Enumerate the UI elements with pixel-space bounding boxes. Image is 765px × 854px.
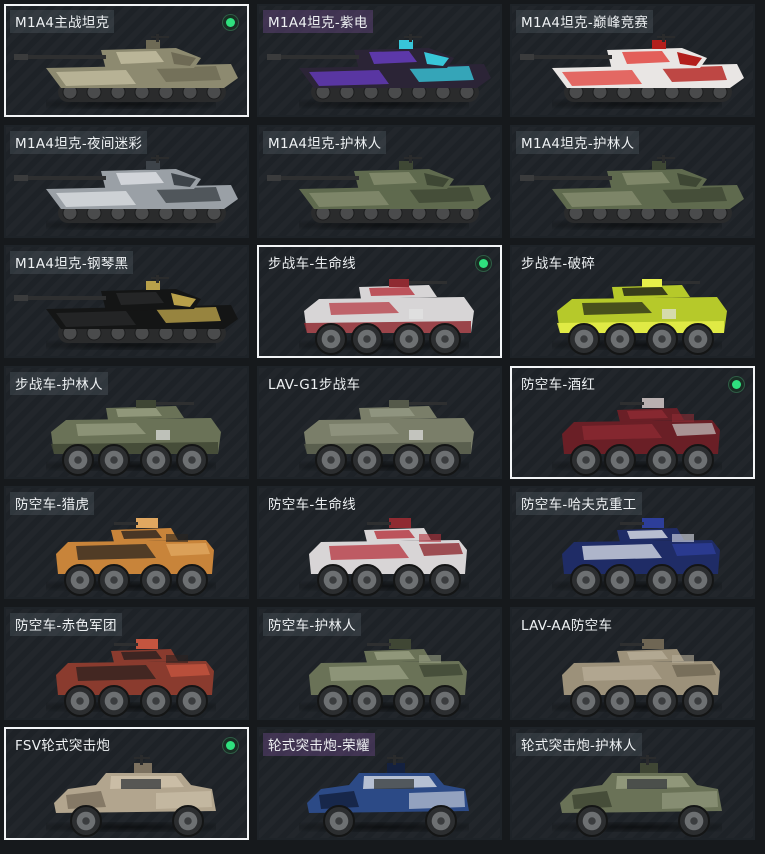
skin-tile[interactable]: M1A4坦克-护林人 xyxy=(257,124,502,238)
skin-tile[interactable]: M1A4坦克-钢琴黑 xyxy=(4,245,249,358)
equipped-indicator-icon xyxy=(475,255,492,272)
skin-name: M1A4坦克-紫电 xyxy=(263,10,373,33)
tank-model xyxy=(520,34,744,102)
skin-name: 防空车-赤色军团 xyxy=(10,612,122,636)
skin-tile[interactable]: 防空车-酒红 xyxy=(510,365,755,479)
equipped-indicator-icon xyxy=(222,737,239,754)
vehicle-skin-grid: M1A4主战坦克 M1A4坦克-紫电 M1A4坦克-巅峰竞赛 M1A4坦克-夜间迷彩 M… xyxy=(4,4,761,850)
skin-tile[interactable]: FSV轮式突击炮 xyxy=(4,727,249,840)
ifv-model xyxy=(304,279,474,355)
ifv-model xyxy=(304,399,474,476)
skin-name: M1A4坦克-巅峰竞赛 xyxy=(516,10,654,33)
equipped-indicator-icon xyxy=(728,375,745,393)
skin-tile[interactable]: 步战车-生命线 xyxy=(257,245,502,358)
skin-name: 防空车-猎虎 xyxy=(10,492,95,515)
ifv-model xyxy=(51,399,221,476)
skin-name: 防空车-生命线 xyxy=(268,497,356,513)
skin-tile[interactable]: M1A4坦克-紫电 xyxy=(257,4,502,117)
tank-model xyxy=(267,34,491,102)
tank-model xyxy=(14,154,238,223)
skin-tile[interactable]: 轮式突击炮-护林人 xyxy=(510,727,755,840)
skin-name: LAV-AA防空车 xyxy=(521,617,613,634)
tank-model xyxy=(14,275,238,343)
skin-name: 步战车-破碎 xyxy=(521,256,596,272)
aa-vehicle-model xyxy=(56,638,214,717)
fsv-model xyxy=(54,755,216,837)
skin-tile[interactable]: 防空车-护林人 xyxy=(257,606,502,720)
aa-vehicle-model xyxy=(562,397,720,476)
tank-model xyxy=(14,34,238,102)
skin-name: M1A4坦克-钢琴黑 xyxy=(10,251,134,274)
skin-tile[interactable]: M1A4坦克-护林人 xyxy=(510,124,755,238)
tank-model xyxy=(267,154,491,223)
skin-tile[interactable]: 步战车-护林人 xyxy=(4,365,249,479)
skin-tile[interactable]: M1A4坦克-巅峰竞赛 xyxy=(510,4,755,117)
tank-model xyxy=(520,154,744,223)
skin-tile[interactable]: 轮式突击炮-荣耀 xyxy=(257,727,502,840)
skin-tile[interactable]: 步战车-破碎 xyxy=(510,245,755,358)
equipped-indicator-icon xyxy=(222,14,239,31)
skin-name: M1A4坦克-护林人 xyxy=(263,130,387,154)
skin-name: 步战车-生命线 xyxy=(268,256,356,272)
aa-vehicle-model xyxy=(309,638,467,717)
skin-name: M1A4坦克-夜间迷彩 xyxy=(10,130,148,154)
skin-name: LAV-G1步战车 xyxy=(268,376,361,393)
skin-name: 防空车-酒红 xyxy=(521,376,596,393)
fsv-model xyxy=(560,755,722,837)
aa-vehicle-model xyxy=(562,518,720,596)
skin-name: 步战车-护林人 xyxy=(10,371,108,395)
skin-name: M1A4主战坦克 xyxy=(10,10,115,33)
skin-tile[interactable]: 防空车-赤色军团 xyxy=(4,606,249,720)
skin-name: 轮式突击炮-护林人 xyxy=(516,733,642,756)
skin-tile[interactable]: 防空车-猎虎 xyxy=(4,486,249,599)
aa-vehicle-model xyxy=(56,518,214,596)
skin-name: M1A4坦克-护林人 xyxy=(516,130,640,154)
aa-vehicle-model xyxy=(562,638,720,717)
skin-name: 防空车-护林人 xyxy=(263,612,361,636)
skin-tile[interactable]: 防空车-哈夫克重工 xyxy=(510,486,755,599)
fsv-model xyxy=(307,755,469,837)
skin-tile[interactable]: LAV-G1步战车 xyxy=(257,365,502,479)
skin-name: 防空车-哈夫克重工 xyxy=(516,492,642,515)
skin-name: FSV轮式突击炮 xyxy=(15,738,111,754)
skin-tile[interactable]: M1A4坦克-夜间迷彩 xyxy=(4,124,249,238)
skin-name: 轮式突击炮-荣耀 xyxy=(263,733,375,756)
skin-tile[interactable]: 防空车-生命线 xyxy=(257,486,502,599)
skin-tile[interactable]: M1A4主战坦克 xyxy=(4,4,249,117)
ifv-model xyxy=(557,279,727,355)
aa-vehicle-model xyxy=(309,518,467,596)
skin-tile[interactable]: LAV-AA防空车 xyxy=(510,606,755,720)
